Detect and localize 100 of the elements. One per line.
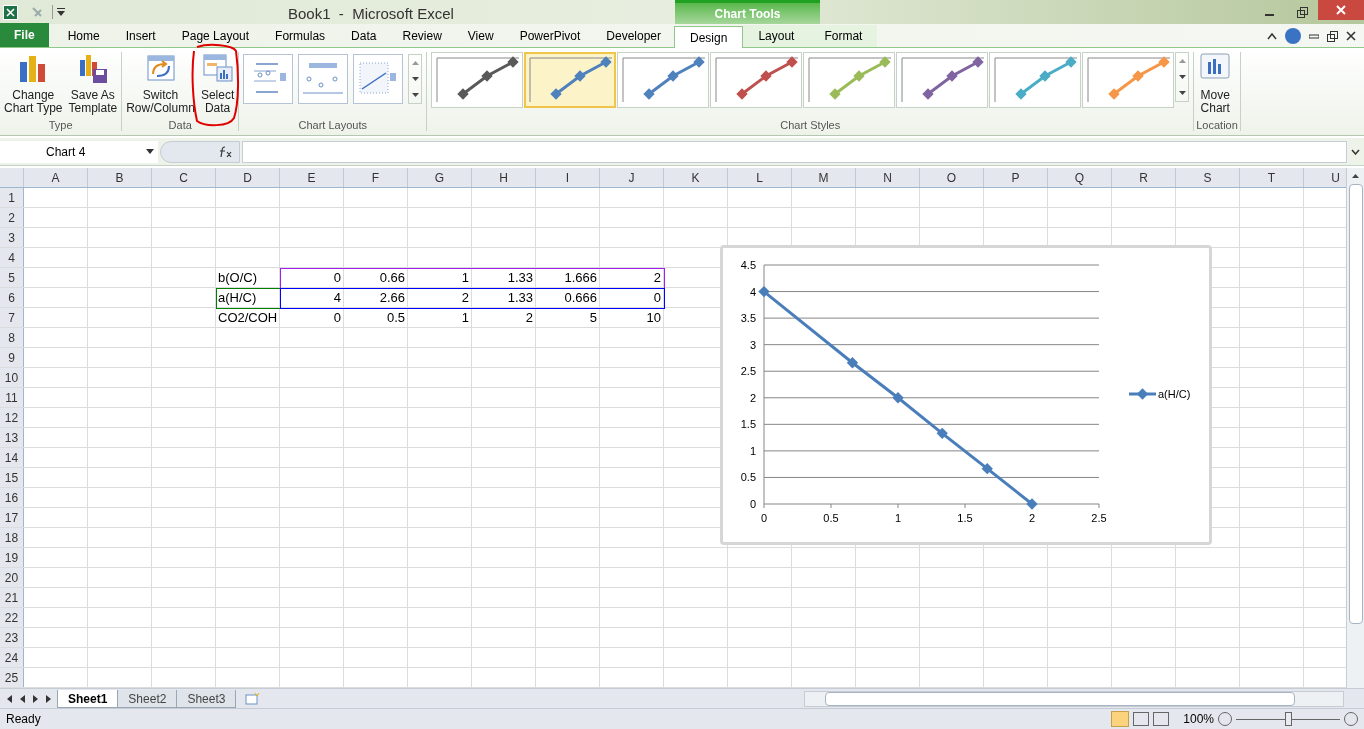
ribbon-tab[interactable]: Data xyxy=(338,25,390,47)
column-header[interactable]: M xyxy=(792,168,856,187)
close-button[interactable] xyxy=(1318,0,1364,20)
row-header[interactable]: 5 xyxy=(0,268,24,287)
ribbon-button[interactable]: Change Chart Type xyxy=(2,52,65,115)
column-header[interactable]: C xyxy=(152,168,216,187)
column-header[interactable]: H xyxy=(472,168,536,187)
row-header[interactable]: 8 xyxy=(0,328,24,347)
column-header[interactable]: J xyxy=(600,168,664,187)
row-header[interactable]: 23 xyxy=(0,628,24,647)
row-header[interactable]: 25 xyxy=(0,668,24,687)
column-header[interactable]: P xyxy=(984,168,1048,187)
column-header[interactable]: Q xyxy=(1048,168,1112,187)
column-header[interactable]: B xyxy=(88,168,152,187)
column-header[interactable]: O xyxy=(920,168,984,187)
row-header[interactable]: 6 xyxy=(0,288,24,307)
sheet-tab[interactable]: Sheet1 xyxy=(57,689,119,708)
excel-logo-icon[interactable] xyxy=(3,4,18,20)
row-header[interactable]: 13 xyxy=(0,428,24,447)
ribbon-tab[interactable]: Format xyxy=(809,25,878,47)
ribbon-tab[interactable]: Insert xyxy=(112,25,169,47)
row-header[interactable]: 20 xyxy=(0,568,24,587)
zoom-slider-thumb[interactable] xyxy=(1285,712,1292,726)
page-break-view-button[interactable] xyxy=(1153,712,1170,726)
scroll-down-icon[interactable] xyxy=(1178,75,1186,79)
ribbon-tab[interactable]: Developer xyxy=(593,25,675,47)
row-header[interactable]: 14 xyxy=(0,448,24,467)
ribbon-tab[interactable]: Formulas xyxy=(262,25,339,47)
chart-style-thumbnail[interactable] xyxy=(431,52,524,108)
row-header[interactable]: 24 xyxy=(0,648,24,667)
row-header[interactable]: 19 xyxy=(0,548,24,567)
chart-layout-thumbnail[interactable] xyxy=(353,54,404,104)
chart-style-thumbnail[interactable] xyxy=(896,52,989,108)
row-header[interactable]: 16 xyxy=(0,488,24,507)
ribbon-tab[interactable]: Design xyxy=(674,26,744,48)
chart-style-thumbnail[interactable] xyxy=(989,52,1082,108)
help-icon[interactable] xyxy=(1285,28,1301,44)
expand-caret-icon[interactable] xyxy=(1351,148,1360,155)
ribbon-button[interactable]: Switch Row/Column xyxy=(124,52,197,115)
column-header[interactable]: N xyxy=(856,168,920,187)
column-header[interactable]: L xyxy=(728,168,792,187)
row-header[interactable]: 4 xyxy=(0,248,24,267)
more-icon[interactable] xyxy=(1178,91,1186,95)
column-header[interactable]: G xyxy=(408,168,472,187)
ribbon-tab[interactable]: Page Layout xyxy=(168,25,263,47)
row-header[interactable]: 22 xyxy=(0,608,24,627)
chart-layout-thumbnail[interactable] xyxy=(243,54,294,104)
sheet-tab[interactable]: Sheet2 xyxy=(117,689,178,708)
column-header[interactable]: A xyxy=(24,168,88,187)
ribbon-tab[interactable]: PowerPivot xyxy=(506,25,594,47)
ribbon-button[interactable]: Save As Template xyxy=(66,52,120,115)
name-box[interactable]: Chart 4 xyxy=(0,140,158,163)
close-icon[interactable] xyxy=(1346,31,1356,41)
ribbon-button[interactable]: Select Data xyxy=(198,52,237,115)
collapse-ribbon-icon[interactable] xyxy=(1267,32,1277,40)
row-header[interactable]: 1 xyxy=(0,188,24,207)
line-chart[interactable]: 0 0.5 1 1.5 2 2.5 3 3.5 4 4.5 0 0.5 1 1.5 2 2.5 a(H/C) xyxy=(720,245,1212,545)
chart-layout-thumbnail[interactable] xyxy=(298,54,349,104)
ribbon-tab[interactable]: Review xyxy=(389,25,455,47)
ribbon-tab[interactable]: Layout xyxy=(743,25,810,47)
chart-style-thumbnail[interactable] xyxy=(617,52,710,108)
minimize-icon[interactable] xyxy=(1309,31,1319,41)
row-header[interactable]: 12 xyxy=(0,408,24,427)
restore-icon[interactable] xyxy=(1327,30,1338,42)
scroll-down-icon[interactable] xyxy=(411,77,419,81)
more-icon[interactable] xyxy=(411,93,419,97)
row-header[interactable]: 3 xyxy=(0,228,24,247)
zoom-level[interactable]: 100% xyxy=(1183,710,1214,728)
insert-function-icon[interactable] xyxy=(219,145,233,158)
column-header[interactable]: K xyxy=(664,168,728,187)
sheet-tab[interactable]: Sheet3 xyxy=(176,689,237,708)
row-header[interactable]: 17 xyxy=(0,508,24,527)
row-header[interactable]: 15 xyxy=(0,468,24,487)
row-header[interactable]: 7 xyxy=(0,308,24,327)
ribbon-button[interactable]: Move Chart xyxy=(1196,52,1235,115)
column-header[interactable]: E xyxy=(280,168,344,187)
row-header[interactable]: 10 xyxy=(0,368,24,387)
column-header[interactable]: F xyxy=(344,168,408,187)
customize-caret-icon[interactable] xyxy=(57,7,65,17)
ribbon-tab[interactable]: View xyxy=(454,25,507,47)
row-header[interactable]: 9 xyxy=(0,348,24,367)
row-header[interactable]: 18 xyxy=(0,528,24,547)
ribbon-tab[interactable]: Home xyxy=(54,25,113,47)
column-header[interactable]: T xyxy=(1240,168,1304,187)
ribbon-tab[interactable]: File xyxy=(0,23,49,47)
chart-style-thumbnail[interactable] xyxy=(1082,52,1175,108)
restore-icon[interactable] xyxy=(1297,6,1308,18)
scroll-up-icon[interactable] xyxy=(1352,174,1359,178)
formula-input[interactable] xyxy=(242,140,1347,163)
chart-style-thumbnail[interactable] xyxy=(524,52,617,108)
horizontal-scrollbar[interactable] xyxy=(804,690,1344,707)
vertical-scrollbar[interactable] xyxy=(1346,168,1364,688)
column-header[interactable]: R xyxy=(1112,168,1176,187)
chart-style-thumbnail[interactable] xyxy=(803,52,896,108)
column-header[interactable]: D xyxy=(216,168,280,187)
row-header[interactable]: 21 xyxy=(0,588,24,607)
row-header[interactable]: 2 xyxy=(0,208,24,227)
row-header[interactable]: 11 xyxy=(0,388,24,407)
chart-style-thumbnail[interactable] xyxy=(710,52,803,108)
column-header[interactable]: I xyxy=(536,168,600,187)
